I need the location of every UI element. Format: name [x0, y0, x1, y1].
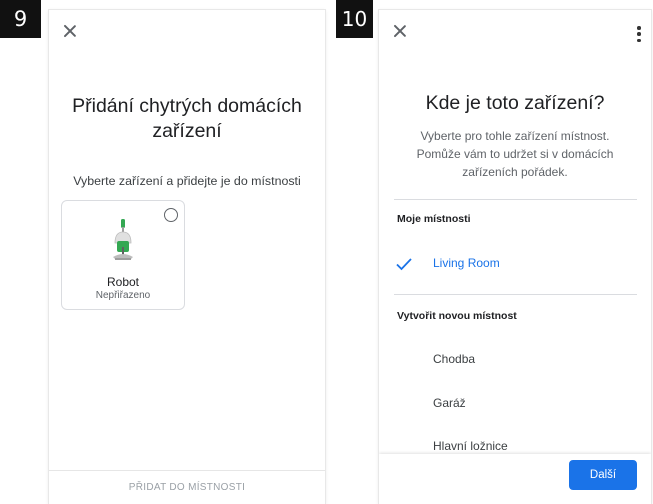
- divider: [394, 199, 637, 200]
- robot-vacuum-icon: [113, 219, 133, 260]
- room-option-garaz[interactable]: Garáž: [379, 391, 651, 421]
- section-label-my-rooms: Moje místnosti: [397, 213, 471, 225]
- close-icon[interactable]: [63, 24, 77, 38]
- divider: [394, 294, 637, 295]
- page-title: Kde je toto zařízení?: [425, 92, 605, 114]
- device-name: Robot: [106, 275, 140, 289]
- room-option-living-room[interactable]: Living Room: [379, 251, 651, 281]
- device-select-radio[interactable]: [164, 208, 178, 222]
- choose-room-screen: Kde je toto zařízení? Vyberte pro tohle …: [379, 10, 651, 504]
- room-label: Chodba: [433, 352, 476, 366]
- footer-bar: Další: [379, 454, 651, 504]
- device-card[interactable]: Robot Nepřiřazeno: [61, 200, 185, 310]
- device-status: Nepřiřazeno: [95, 290, 151, 301]
- add-to-room-button[interactable]: PŘIDAT DO MÍSTNOSTI: [129, 482, 245, 493]
- next-button[interactable]: Další: [569, 460, 637, 490]
- page-description: Vyberte pro tohle zařízení místnost. Pom…: [416, 129, 614, 179]
- add-devices-screen: Přidání chytrých domácích zařízení Vyber…: [49, 10, 325, 504]
- check-icon: [396, 258, 412, 271]
- room-label: Hlavní ložnice: [433, 439, 508, 453]
- room-label: Living Room: [433, 256, 500, 270]
- section-label-new-room: Vytvořit novou místnost: [397, 310, 517, 322]
- page-title: Přidání chytrých domácích zařízení: [72, 95, 302, 142]
- page-subtitle: Vyberte zařízení a přidejte je do místno…: [73, 174, 301, 188]
- step-number-badge: 9: [0, 0, 41, 38]
- room-option-chodba[interactable]: Chodba: [379, 347, 651, 377]
- room-label: Garáž: [433, 396, 466, 410]
- footer-bar: PŘIDAT DO MÍSTNOSTI: [49, 470, 325, 504]
- more-vert-icon[interactable]: [637, 26, 641, 42]
- close-icon[interactable]: [393, 24, 407, 38]
- step-number-badge: 10: [336, 0, 373, 38]
